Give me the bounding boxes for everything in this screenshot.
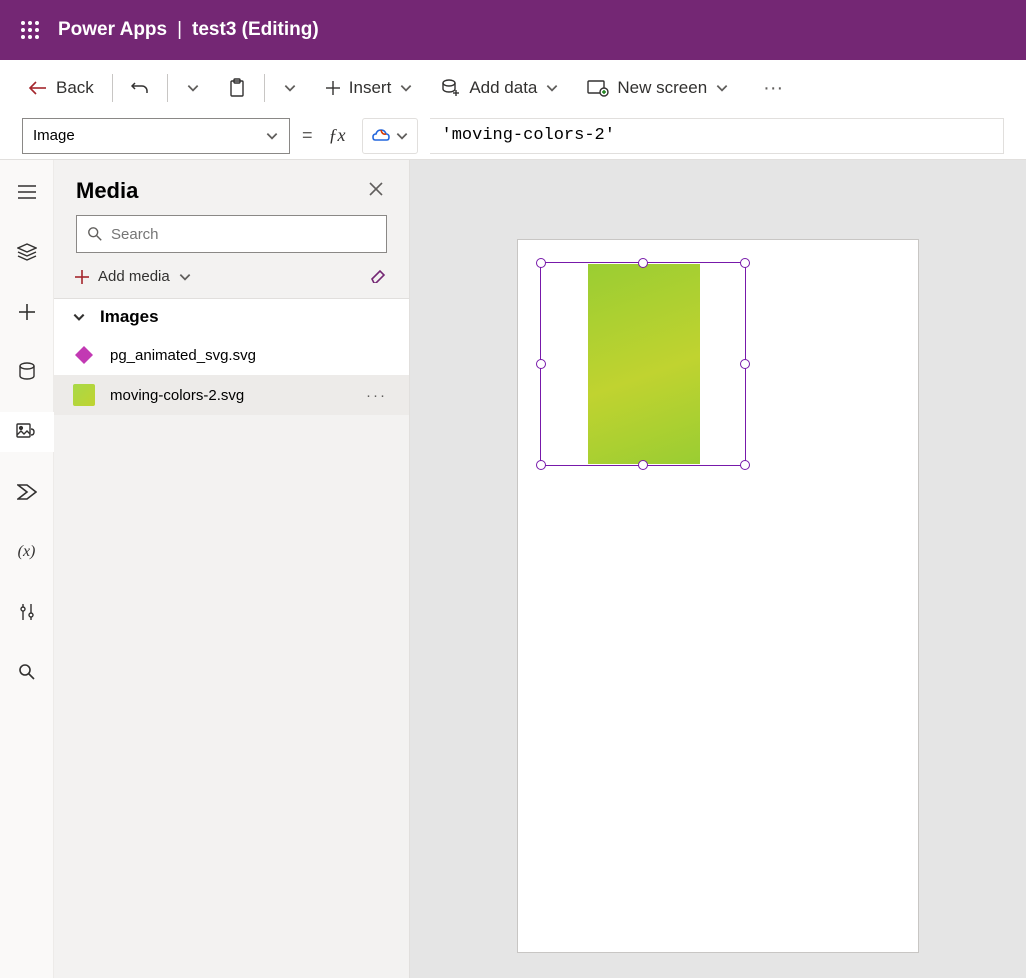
waffle-icon [21,21,39,39]
rail-media[interactable] [0,412,54,452]
main-area: (x) Media Add media [0,160,1026,978]
rail-insert[interactable] [0,292,54,332]
chevron-down-icon [283,81,297,95]
screen-add-icon [587,79,609,97]
header-divider: | [177,19,182,41]
tools-icon [19,602,35,622]
phone-frame[interactable] [518,240,918,952]
resize-handle[interactable] [740,460,750,470]
media-file-row[interactable]: moving-colors-2.svg ··· [54,375,409,415]
add-data-label: Add data [469,78,537,98]
new-screen-button[interactable]: New screen [581,74,735,102]
media-file-row[interactable]: pg_animated_svg.svg [54,335,409,375]
overflow-button[interactable]: ··· [757,77,789,100]
arrow-left-icon [28,80,48,96]
fx-icon[interactable]: ƒx [325,125,350,146]
database-icon [18,362,36,382]
chevron-down-icon [72,310,86,324]
images-category[interactable]: Images [54,298,409,335]
rail-hamburger[interactable] [0,172,54,212]
resize-handle[interactable] [638,258,648,268]
paste-button[interactable] [222,74,252,102]
undo-history-button[interactable] [180,77,206,99]
separator [112,74,113,102]
separator [167,74,168,102]
plus-icon [325,80,341,96]
chevron-down-icon [545,81,559,95]
panel-close-button[interactable] [365,176,387,205]
chevron-down-icon [265,129,279,143]
hamburger-icon [18,185,36,199]
plus-icon [18,303,36,321]
chevron-down-icon [186,81,200,95]
new-screen-label: New screen [617,78,707,98]
eraser-button[interactable] [369,265,387,288]
canvas-surface[interactable] [410,160,1026,978]
copilot-dropdown[interactable] [362,118,418,154]
chevron-down-icon [178,270,192,284]
variable-x-icon: (x) [18,543,36,561]
add-media-label: Add media [98,268,170,285]
insert-label: Insert [349,78,392,98]
chevron-down-icon [715,81,729,95]
add-data-button[interactable]: Add data [435,74,565,102]
flow-icon [17,484,37,500]
rail-power-automate[interactable] [0,472,54,512]
app-name: Power Apps [58,19,167,41]
back-button[interactable]: Back [22,74,100,102]
back-label: Back [56,78,94,98]
undo-icon [131,79,149,97]
resize-handle[interactable] [536,258,546,268]
resize-handle[interactable] [536,359,546,369]
add-media-button[interactable]: Add media [74,268,192,285]
layers-icon [17,243,37,261]
resize-handle[interactable] [740,359,750,369]
panel-title: Media [76,178,138,204]
media-panel: Media Add media Images [54,160,410,978]
rail-variables[interactable]: (x) [0,532,54,572]
selection-outline[interactable] [540,262,746,466]
close-icon [369,182,383,196]
search-icon [87,226,103,242]
app-header: Power Apps | test3 (Editing) [0,0,1026,60]
equals-sign: = [302,125,313,146]
file-name-label: pg_animated_svg.svg [110,347,256,364]
resize-handle[interactable] [638,460,648,470]
chevron-down-icon [395,129,409,143]
rail-search[interactable] [0,652,54,692]
command-bar: Back Insert Add data New [0,60,1026,116]
paste-options-button[interactable] [277,77,303,99]
search-icon [18,663,36,681]
property-value: Image [33,127,75,144]
property-dropdown[interactable]: Image [22,118,290,154]
formula-input[interactable] [430,118,1004,154]
formula-bar: Image = ƒx [0,116,1026,160]
clipboard-icon [228,78,246,98]
file-name: test3 (Editing) [192,19,319,41]
header-title: Power Apps | test3 (Editing) [58,19,319,41]
media-search[interactable] [76,215,387,253]
app-launcher-button[interactable] [10,10,50,50]
separator [264,74,265,102]
insert-button[interactable]: Insert [319,74,420,102]
rail-tree-view[interactable] [0,232,54,272]
svg-thumb-icon [72,343,96,367]
eraser-icon [369,265,387,283]
rail-data[interactable] [0,352,54,392]
media-search-input[interactable] [111,226,376,243]
resize-handle[interactable] [740,258,750,268]
images-label: Images [100,307,159,327]
svg-thumb-icon [72,383,96,407]
undo-button[interactable] [125,75,155,101]
resize-handle[interactable] [536,460,546,470]
plus-icon [74,269,90,285]
left-rail: (x) [0,160,54,978]
database-add-icon [441,79,461,97]
chevron-down-icon [399,81,413,95]
copilot-icon [371,126,391,146]
file-name-label: moving-colors-2.svg [110,387,244,404]
media-icon [16,423,36,441]
rail-advanced-tools[interactable] [0,592,54,632]
file-more-button[interactable]: ··· [366,387,387,404]
